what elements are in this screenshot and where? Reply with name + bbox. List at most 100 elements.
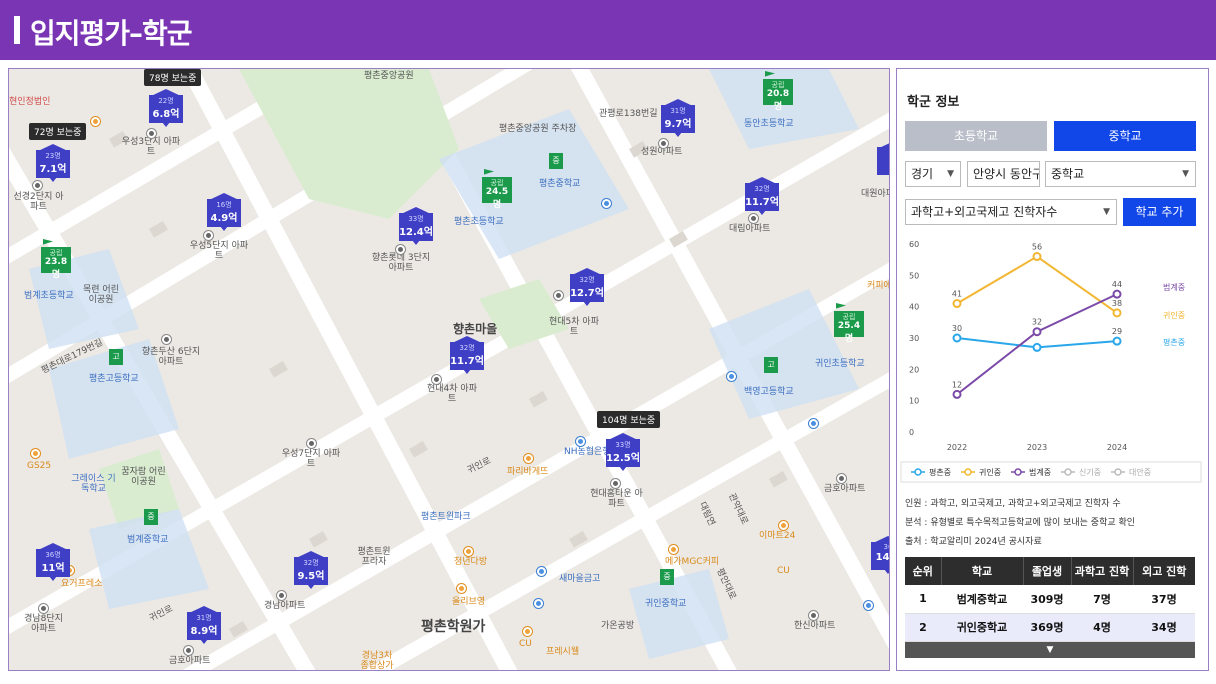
chart-notes: 인원 : 과학고, 외고국제고, 과학고+외고국제고 진학자 수 분석 : 유형… <box>905 495 1135 552</box>
map-label: 동안초등학교 <box>744 119 794 129</box>
data-label: 12 <box>952 380 962 389</box>
series-end-label: 범계중 <box>1163 282 1185 292</box>
apartment-marker[interactable] <box>162 335 171 344</box>
apartment-marker[interactable] <box>837 474 846 483</box>
parking-marker[interactable] <box>864 601 873 610</box>
apartment-marker[interactable] <box>659 139 668 148</box>
apartment-marker[interactable] <box>554 291 563 300</box>
map-label: 범계초등학교 <box>24 291 74 301</box>
legend-marker <box>964 468 972 476</box>
tab-middle-school[interactable]: 중학교 <box>1054 121 1196 151</box>
map-label: 파리바게뜨 <box>507 467 549 477</box>
ranking-table: 순위 학교 졸업생 과학고 진학 외고 진학 1 범계중학교 309명 7명 3… <box>905 557 1195 642</box>
bank-marker[interactable] <box>537 567 546 576</box>
price-pin[interactable]: 3614.4 <box>871 536 889 574</box>
apartment-marker[interactable] <box>204 231 213 240</box>
apartment-marker[interactable] <box>33 181 42 190</box>
map-label: 백영고등학교 <box>744 387 794 397</box>
price-pin[interactable]: 33명 12.5억 <box>606 433 640 471</box>
apartment-marker[interactable] <box>611 479 620 488</box>
school-flag[interactable]: 공립 23.8명 <box>41 239 71 280</box>
parking-marker[interactable] <box>534 599 543 608</box>
column-header: 외고 진학 <box>1133 557 1195 585</box>
parking-marker[interactable] <box>727 372 736 381</box>
price-pin[interactable]: 31명 8.9억 <box>187 606 221 644</box>
school-info-panel: 학군 정보 초등학교 중학교 경기 ▼ 안양시 동안구 중학교 ▼ 과학고+외고국제… <box>896 68 1209 671</box>
parking-marker[interactable] <box>809 419 818 428</box>
map-label: 이마트24 <box>759 531 796 541</box>
store-marker[interactable] <box>31 449 40 458</box>
school-type-select[interactable]: 중학교 ▼ <box>1045 161 1196 187</box>
school-marker[interactable]: 중 <box>144 509 158 525</box>
store-marker[interactable] <box>523 627 532 636</box>
parking-marker[interactable] <box>602 199 611 208</box>
school-flag[interactable]: 공립 25.4명 <box>834 303 864 344</box>
expand-table-button[interactable]: ▼ <box>905 642 1195 658</box>
data-point <box>1032 342 1042 352</box>
table-cell: 34명 <box>1133 613 1195 642</box>
map-label: 목련 어린이공원 <box>83 285 119 306</box>
page-title: 입지평가–학군 <box>30 17 193 50</box>
school-marker[interactable]: 중 <box>660 569 674 585</box>
admission-chart: 0 10 20 30 40 50 60 2022 2023 2024 30 29 평촌중 41 56 38 귀인… <box>900 240 1202 483</box>
school-flag[interactable]: 공립 24.5명 <box>482 169 512 210</box>
store-marker[interactable] <box>457 584 466 593</box>
price-pin[interactable]: 32명 11.7억 <box>745 177 779 215</box>
map-label: CU <box>777 566 790 576</box>
store-marker[interactable] <box>669 545 678 554</box>
apartment-marker[interactable] <box>432 375 441 384</box>
price-pin[interactable]: 33명 12.4억 <box>399 207 433 245</box>
map-label: 현대홈타운 아파트 <box>590 489 643 510</box>
table-cell: 1 <box>905 585 941 614</box>
x-tick-label: 2023 <box>1027 443 1047 452</box>
apartment-marker[interactable] <box>809 611 818 620</box>
store-marker[interactable] <box>91 117 100 126</box>
table-cell: 귀인중학교 <box>941 613 1023 642</box>
school-marker[interactable]: 고 <box>764 357 778 373</box>
school-marker[interactable]: 중 <box>549 153 563 169</box>
price-pin[interactable]: 22명 6.8억 <box>149 89 183 127</box>
price-pin[interactable]: 32명 9.5억 <box>294 551 328 589</box>
tab-elementary[interactable]: 초등학교 <box>905 121 1047 151</box>
apartment-marker[interactable] <box>184 646 193 655</box>
price-pin[interactable]: 23명 7.1억 <box>36 144 70 182</box>
apartment-marker[interactable] <box>147 129 156 138</box>
price-pin[interactable]: 16 <box>877 141 889 179</box>
price-pin[interactable]: 31명 9.7억 <box>661 99 695 137</box>
apartment-marker[interactable] <box>39 604 48 613</box>
map-label: 귀인초등학교 <box>815 359 865 369</box>
school-marker[interactable]: 고 <box>109 349 123 365</box>
bank-marker[interactable] <box>576 437 585 446</box>
map-label: 경남8단지 아파트 <box>24 614 63 635</box>
map-label: 현인정법인 <box>9 97 51 107</box>
table-cell: 37명 <box>1133 585 1195 614</box>
price-pin[interactable]: 36명 11억 <box>36 543 70 581</box>
store-marker[interactable] <box>779 521 788 530</box>
map-label: 우성7단지 아파트 <box>281 449 341 470</box>
price-pin[interactable]: 32명 12.7억 <box>570 268 604 306</box>
apartment-marker[interactable] <box>307 439 316 448</box>
apartment-marker[interactable] <box>749 214 758 223</box>
store-marker[interactable] <box>464 547 473 556</box>
district-select[interactable]: 안양시 동안구 <box>967 161 1040 187</box>
note-line: 분석 : 유형별로 특수목적고등학교에 많이 보내는 중학교 확인 <box>905 518 1136 528</box>
add-school-button[interactable]: 학교 추가 <box>1123 198 1196 226</box>
note-line: 인원 : 과학고, 외고국제고, 과학고+외고국제고 진학자 수 <box>905 499 1121 509</box>
table-row[interactable]: 2 귀인중학교 369명 4명 34명 <box>905 613 1195 642</box>
data-label: 30 <box>952 324 962 333</box>
map-label: 성원아파트 <box>641 147 683 157</box>
data-point <box>952 389 962 399</box>
table-row[interactable]: 1 범계중학교 309명 7명 37명 <box>905 585 1195 614</box>
price-pin[interactable]: 32명 11.7억 <box>450 336 484 374</box>
map-label: 대원아파 <box>861 189 889 199</box>
metric-select[interactable]: 과학고+외고국제고 진학자수 ▼ <box>905 199 1117 225</box>
apartment-marker[interactable] <box>396 245 405 254</box>
apartment-marker[interactable] <box>277 591 286 600</box>
viewer-count-tooltip: 78명 보는중 <box>144 69 202 86</box>
price-pin[interactable]: 16명 4.9억 <box>207 193 241 231</box>
map-label: 평촌중앙공원 <box>364 71 414 81</box>
map-view[interactable]: 평촌중앙공원 평촌중앙공원 주차장 평촌중학교 평촌초등학교 관평로138번길 … <box>8 68 890 671</box>
store-marker[interactable] <box>524 454 533 463</box>
school-flag[interactable]: 공립 20.8명 <box>763 71 793 112</box>
region-select[interactable]: 경기 ▼ <box>905 161 961 187</box>
